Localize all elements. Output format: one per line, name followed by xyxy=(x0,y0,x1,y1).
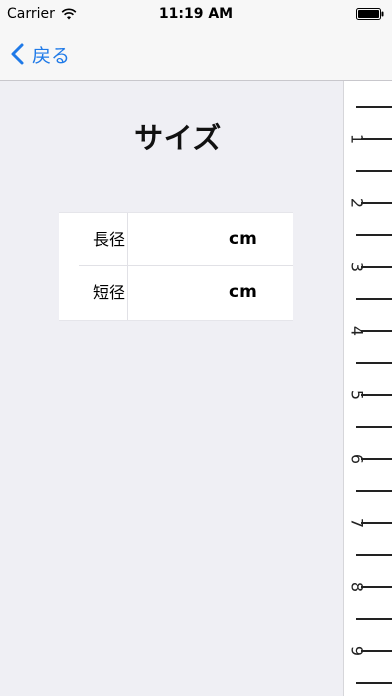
navigation-bar: 戻る xyxy=(0,28,392,81)
ruler-number: 8 xyxy=(348,582,367,592)
status-time: 11:19 AM xyxy=(158,6,234,22)
ruler-svg: 1 2 3 4 5 6 7 8 9 xyxy=(348,106,392,684)
back-label: 戻る xyxy=(32,44,71,67)
short-diameter-unit: cm xyxy=(229,282,257,302)
ruler-number: 3 xyxy=(348,262,367,272)
ruler-number: 4 xyxy=(348,326,367,336)
short-diameter-label: 短径 xyxy=(92,283,125,302)
size-table: 長径 cm 短径 cm xyxy=(59,212,293,321)
ruler-number: 6 xyxy=(348,454,367,464)
ruler-number: 2 xyxy=(348,198,367,208)
ruler-number: 9 xyxy=(348,646,367,656)
size-row-long-diameter: 長径 cm xyxy=(59,213,293,268)
status-bar: Carrier 11:19 AM xyxy=(0,0,392,28)
long-diameter-input[interactable] xyxy=(129,213,233,268)
long-diameter-label: 長径 xyxy=(92,230,125,249)
ruler-number: 1 xyxy=(348,134,367,144)
short-diameter-input[interactable] xyxy=(129,266,233,321)
page-title: サイズ xyxy=(134,121,222,155)
ruler-number: 7 xyxy=(348,518,367,528)
chevron-left-icon xyxy=(10,42,26,66)
ruler: 1 2 3 4 5 6 7 8 9 xyxy=(343,81,392,696)
size-row-short-diameter: 短径 cm xyxy=(59,266,293,321)
main-content: サイズ 長径 cm 短径 cm xyxy=(0,81,343,696)
ruler-number: 5 xyxy=(348,390,367,400)
long-diameter-unit: cm xyxy=(229,229,257,249)
battery-icon xyxy=(356,8,384,20)
back-button[interactable]: 戻る xyxy=(10,38,70,70)
